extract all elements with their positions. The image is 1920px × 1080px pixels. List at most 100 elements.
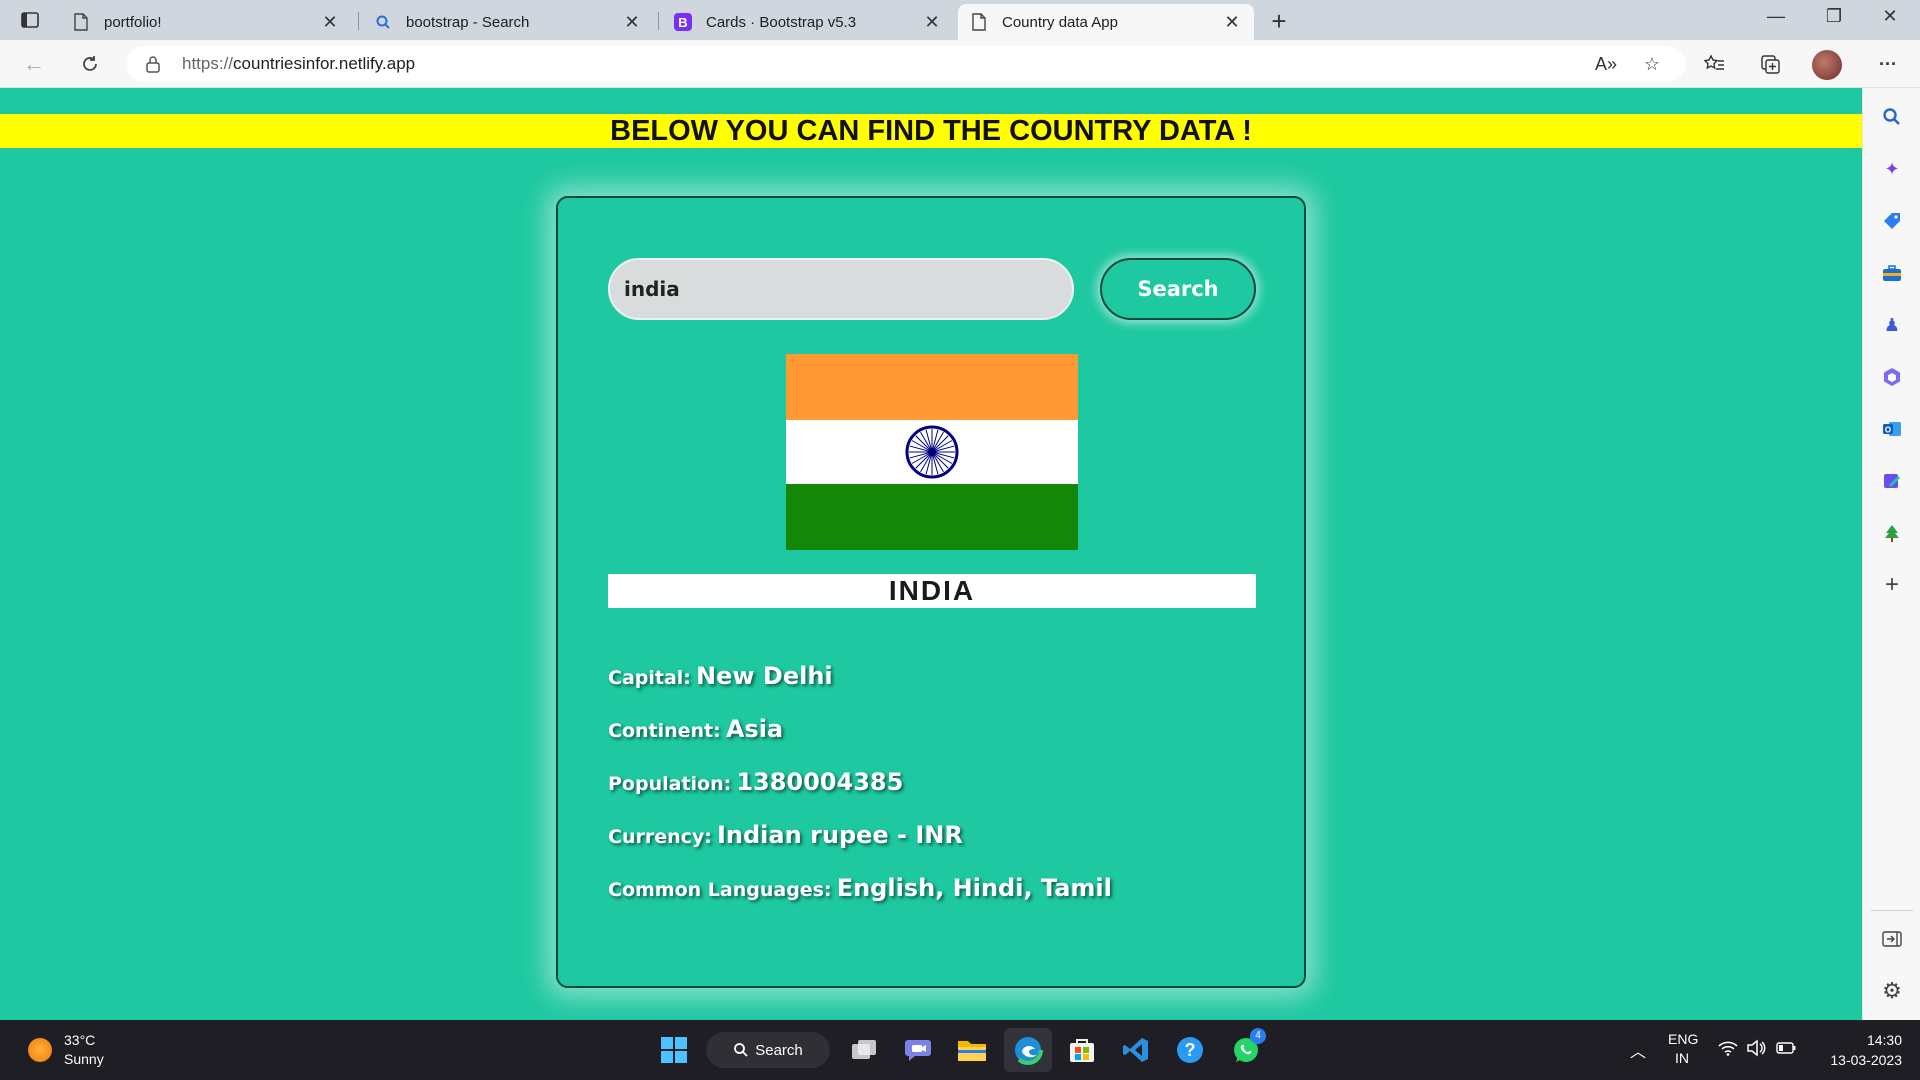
continent-label: Continent:	[608, 720, 721, 742]
tools-briefcase-icon[interactable]	[1879, 260, 1905, 286]
vscode-icon[interactable]	[1118, 1032, 1154, 1068]
weather-temperature: 33°C	[64, 1032, 96, 1048]
profile-avatar[interactable]	[1812, 50, 1842, 80]
shopping-tag-icon[interactable]	[1879, 208, 1905, 234]
svg-text:B: B	[678, 15, 687, 30]
page-banner: BELOW YOU CAN FIND THE COUNTRY DATA !	[0, 114, 1862, 148]
taskbar-search-button[interactable]: Search	[706, 1032, 830, 1068]
capital-value: New Delhi	[696, 662, 833, 690]
back-icon[interactable]: ←	[20, 50, 48, 78]
currency-value: Indian rupee - INR	[716, 821, 963, 849]
search-icon[interactable]	[1879, 104, 1905, 130]
sidebar-divider	[1871, 910, 1913, 911]
weather-widget[interactable]: 33°C Sunny	[64, 1031, 104, 1069]
currency-label: Currency:	[608, 826, 712, 848]
add-favorite-icon[interactable]: ☆	[1638, 50, 1666, 78]
country-card: Search INDIA Capital: New Delhi Continen…	[556, 196, 1306, 988]
page-icon	[72, 13, 90, 31]
clock-time: 14:30	[1866, 1032, 1902, 1048]
volume-icon[interactable]	[1746, 1039, 1766, 1060]
url-protocol: https://	[182, 54, 234, 73]
games-icon[interactable]: ♟	[1879, 312, 1905, 338]
teams-chat-icon[interactable]	[900, 1032, 936, 1068]
currency-row: Currency: Indian rupee - INR	[608, 821, 963, 849]
copilot-sparkle-icon[interactable]: ✦	[1879, 156, 1905, 182]
tab-divider	[658, 12, 659, 30]
search-icon	[734, 1043, 748, 1057]
close-tab-icon[interactable]: ✕	[922, 12, 942, 33]
close-tab-icon[interactable]: ✕	[622, 12, 642, 33]
region-code: IN	[1675, 1050, 1689, 1066]
tab-label: portfolio!	[104, 13, 162, 31]
task-view-icon[interactable]	[846, 1032, 882, 1068]
languages-row: Common Languages: English, Hindi, Tamil	[608, 874, 1112, 902]
more-options-icon[interactable]: ···	[1874, 50, 1902, 78]
input-language-indicator[interactable]: ENG IN	[1668, 1030, 1699, 1068]
microsoft-store-icon[interactable]	[1064, 1032, 1100, 1068]
close-tab-icon[interactable]: ✕	[1222, 12, 1242, 33]
tree-icon[interactable]	[1879, 520, 1905, 546]
read-aloud-icon[interactable]: A»	[1592, 50, 1620, 78]
show-hidden-icons-chevron-icon[interactable]: ︿	[1630, 1038, 1646, 1062]
close-window-icon[interactable]: ✕	[1870, 6, 1910, 27]
windows-start-icon[interactable]	[656, 1032, 692, 1068]
battery-icon[interactable]	[1776, 1041, 1796, 1058]
languages-label: Common Languages:	[608, 879, 832, 901]
tab-actions-icon[interactable]	[20, 10, 40, 30]
capital-row: Capital: New Delhi	[608, 662, 833, 690]
restore-icon[interactable]: ❐	[1814, 6, 1854, 27]
country-flag-image	[786, 354, 1078, 550]
weather-sun-icon[interactable]	[28, 1038, 52, 1062]
outlook-icon[interactable]: O	[1879, 416, 1905, 442]
tab-label: Country data App	[1002, 13, 1118, 31]
system-clock[interactable]: 14:30 13-03-2023	[1812, 1030, 1902, 1070]
svg-text:O: O	[1885, 426, 1891, 435]
population-value: 1380004385	[736, 768, 904, 796]
address-bar-row: ← https:// countriesinfor.netlify.app A»…	[0, 40, 1920, 88]
tab-label: bootstrap - Search	[406, 13, 530, 31]
weather-condition: Sunny	[64, 1051, 104, 1067]
search-icon	[374, 13, 392, 31]
tab-divider	[358, 12, 359, 30]
tab-portfolio[interactable]: portfolio! ✕	[60, 4, 352, 40]
search-button[interactable]: Search	[1100, 258, 1256, 320]
population-row: Population: 1380004385	[608, 768, 903, 796]
whatsapp-unread-badge: 4	[1250, 1028, 1266, 1044]
tab-cards-bootstrap[interactable]: B Cards · Bootstrap v5.3 ✕	[662, 4, 954, 40]
collections-icon[interactable]	[1756, 50, 1784, 78]
help-icon[interactable]: ?	[1172, 1032, 1208, 1068]
tab-strip: portfolio! ✕ bootstrap - Search ✕ B Card…	[0, 0, 1920, 40]
url-host: countriesinfor.netlify.app	[233, 54, 416, 73]
page-content: BELOW YOU CAN FIND THE COUNTRY DATA ! Se…	[0, 88, 1862, 1020]
taskbar-search-label: Search	[755, 1041, 803, 1059]
wifi-icon[interactable]	[1718, 1040, 1738, 1059]
office-icon[interactable]	[1879, 364, 1905, 390]
refresh-icon[interactable]	[76, 50, 104, 78]
new-tab-icon[interactable]: +	[1264, 6, 1294, 37]
clock-date: 13-03-2023	[1830, 1052, 1902, 1068]
edge-browser-icon[interactable]	[1010, 1032, 1046, 1068]
tab-bootstrap-search[interactable]: bootstrap - Search ✕	[362, 4, 654, 40]
favorites-icon[interactable]	[1700, 50, 1728, 78]
minimize-icon[interactable]: —	[1756, 6, 1796, 27]
population-label: Population:	[608, 773, 732, 795]
add-sidebar-app-icon[interactable]: +	[1879, 571, 1905, 598]
lock-icon[interactable]	[146, 55, 166, 73]
file-explorer-icon[interactable]	[954, 1032, 990, 1068]
edge-sidebar: ✦ ♟ O + ⚙	[1862, 88, 1920, 1020]
page-icon	[970, 13, 988, 31]
svg-text:?: ?	[1185, 1040, 1196, 1060]
windows-taskbar: 33°C Sunny Search ? 4 ︿ ENG IN 14:30 13-…	[0, 1020, 1920, 1080]
hide-sidebar-icon[interactable]	[1879, 926, 1905, 952]
bootstrap-icon: B	[674, 13, 692, 31]
designer-icon[interactable]	[1879, 468, 1905, 494]
whatsapp-icon[interactable]: 4	[1228, 1028, 1266, 1068]
close-tab-icon[interactable]: ✕	[320, 12, 340, 33]
url-field[interactable]: https:// countriesinfor.netlify.app	[126, 46, 1686, 82]
settings-gear-icon[interactable]: ⚙	[1879, 978, 1905, 1004]
capital-label: Capital:	[608, 667, 691, 689]
language-code: ENG	[1668, 1031, 1699, 1047]
country-name: INDIA	[608, 574, 1256, 608]
country-search-input[interactable]	[608, 258, 1074, 320]
tab-country-data-app[interactable]: Country data App ✕	[958, 4, 1254, 40]
